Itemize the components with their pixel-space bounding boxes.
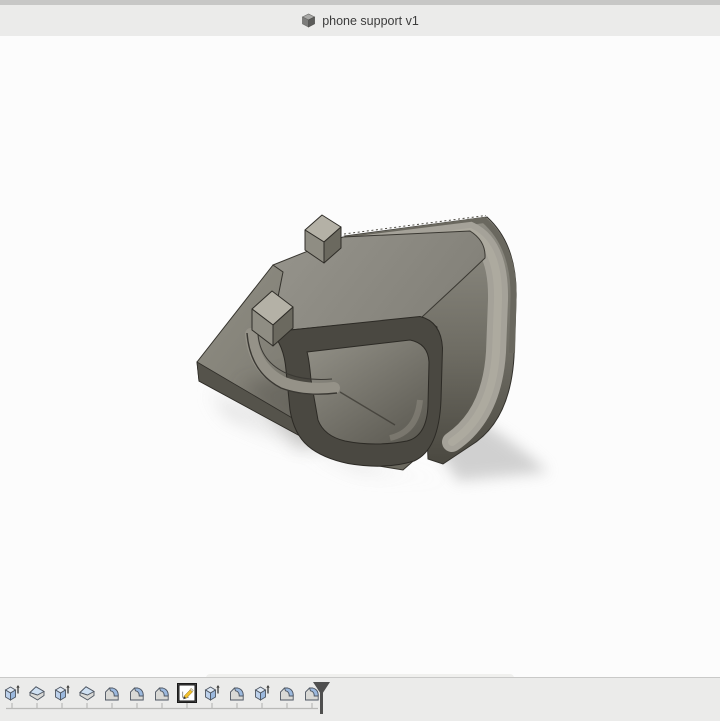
- fillet-icon: [278, 684, 296, 702]
- model-cube-icon: [301, 13, 316, 28]
- phone-support-model: [196, 214, 548, 481]
- fillet-icon: [228, 684, 246, 702]
- chamfer-icon: [28, 684, 46, 702]
- extrude-icon: [203, 684, 221, 702]
- document-tab-bar: phone support v1: [0, 5, 720, 37]
- timeline-feature-chamfer[interactable]: [78, 684, 96, 702]
- chamfer-icon: [78, 684, 96, 702]
- timeline-bar: [0, 677, 720, 721]
- timeline-feature-fillet[interactable]: [153, 684, 171, 702]
- extrude-icon: [53, 684, 71, 702]
- extrude-icon: [3, 684, 21, 702]
- fillet-icon: [128, 684, 146, 702]
- timeline-feature-extrude[interactable]: [53, 684, 71, 702]
- model-canvas[interactable]: [0, 36, 720, 678]
- timeline-feature-extrude[interactable]: [253, 684, 271, 702]
- timeline-track: [0, 678, 720, 721]
- timeline-feature-chamfer[interactable]: [28, 684, 46, 702]
- timeline-feature-fillet[interactable]: [228, 684, 246, 702]
- sketch-icon: [178, 684, 196, 702]
- extrude-icon: [253, 684, 271, 702]
- timeline-feature-fillet[interactable]: [128, 684, 146, 702]
- timeline-feature-fillet[interactable]: [103, 684, 121, 702]
- document-tab[interactable]: phone support v1: [287, 5, 433, 36]
- timeline-feature-extrude[interactable]: [3, 684, 21, 702]
- viewport[interactable]: [0, 36, 720, 700]
- timeline-feature-extrude[interactable]: [203, 684, 221, 702]
- timeline-feature-fillet[interactable]: [278, 684, 296, 702]
- timeline-feature-sketch[interactable]: [177, 683, 197, 703]
- fillet-icon: [153, 684, 171, 702]
- document-title: phone support v1: [322, 13, 419, 28]
- fillet-icon: [103, 684, 121, 702]
